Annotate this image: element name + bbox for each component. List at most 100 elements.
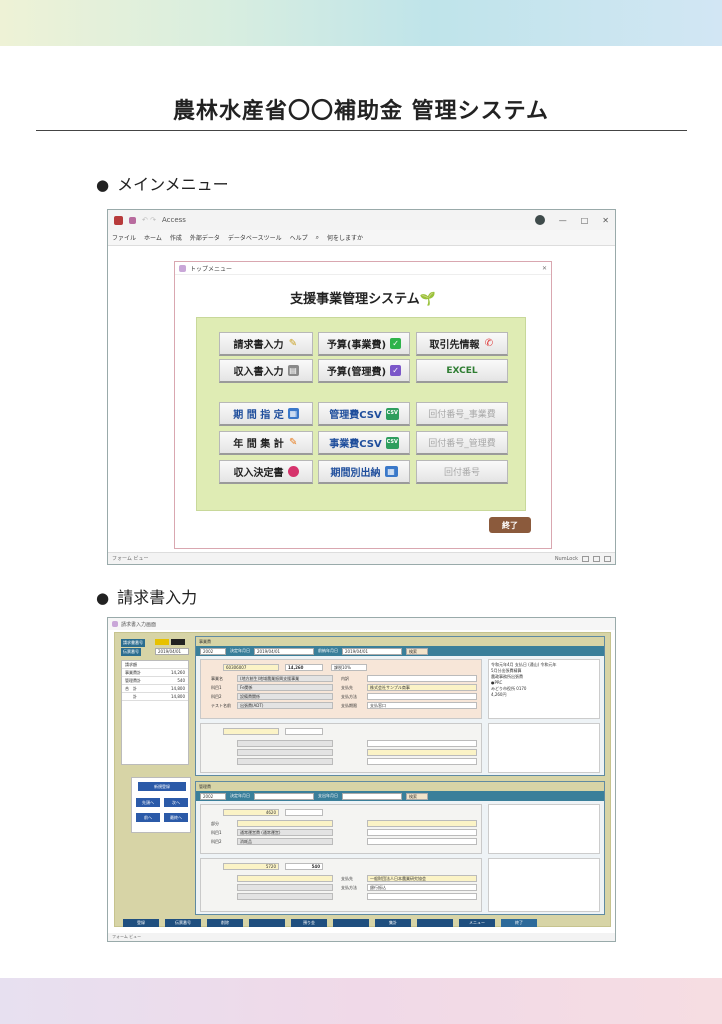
menu-file[interactable]: ファイル [112, 233, 136, 242]
item2-field-2[interactable] [237, 758, 333, 765]
pay-method-field[interactable] [367, 829, 477, 836]
code-field[interactable]: 2002 [200, 647, 226, 655]
amount-field-2[interactable] [285, 728, 323, 735]
payee-field[interactable] [367, 820, 477, 827]
item2-field-2[interactable] [237, 893, 333, 900]
menu-home[interactable]: ホーム [144, 233, 162, 242]
tax-field-2[interactable]: 540 [285, 863, 323, 870]
item1-field-2[interactable] [237, 884, 333, 891]
pay-method-field[interactable] [367, 693, 477, 700]
register-button[interactable]: 登録 [123, 919, 159, 927]
payee-field-2[interactable] [367, 749, 477, 756]
breakdown-field[interactable] [367, 675, 477, 682]
decision-date-field[interactable]: 2019/04/01 [254, 647, 314, 655]
item2-field[interactable]: 消耗品 [237, 838, 333, 845]
invoice-number-field-2[interactable] [171, 639, 185, 645]
save-icon[interactable] [129, 216, 136, 224]
tax-select[interactable]: 課税10% [331, 664, 367, 671]
project-field-2[interactable] [237, 740, 333, 747]
search-button[interactable]: 検索 [406, 647, 428, 655]
budget-project-button[interactable]: 予算(事業費) ✓ [318, 332, 410, 356]
close-icon[interactable]: ✕ [602, 216, 609, 225]
undo-icon[interactable]: ↶ ↷ [142, 216, 156, 224]
top-menu-form: トップメニュー ✕ 支援事業管理システム🌱 請求書入力 ✎ 予算(事業費) ✓ 取引… [174, 261, 552, 549]
delete-button[interactable]: 削除 [207, 919, 243, 927]
toolbar-blank-button-1[interactable] [249, 919, 285, 927]
memo-field-2[interactable] [488, 723, 600, 773]
menu-help[interactable]: ヘルプ [290, 233, 308, 242]
breakdown-field-2[interactable] [367, 740, 477, 747]
pay-deadline-field-2[interactable] [367, 893, 477, 900]
annual-summary-button[interactable]: 年 間 集 計 ✎ [219, 431, 313, 455]
memo-field-4[interactable] [488, 858, 600, 912]
income-entry-button[interactable]: 収入書入力 ▤ [219, 359, 313, 383]
slip-date-field[interactable]: 2019/04/01 [155, 648, 189, 655]
item1-field[interactable]: Fe関係 [237, 684, 333, 691]
income-decision-button[interactable]: 収入決定書 [219, 460, 313, 484]
menu-create[interactable]: 作成 [170, 233, 182, 242]
budget-admin-button[interactable]: 予算(管理費) ✓ [318, 359, 410, 383]
part-field-2[interactable] [237, 875, 333, 882]
minimize-icon[interactable]: — [559, 216, 567, 225]
menu-button[interactable]: メニュー [459, 919, 495, 927]
maximize-icon[interactable]: □ [581, 216, 589, 225]
payout-date-field[interactable] [342, 792, 402, 800]
prev-record-button[interactable]: 前へ [136, 813, 160, 822]
design-view-icon[interactable] [604, 555, 611, 562]
part-field[interactable] [237, 820, 333, 827]
first-record-button[interactable]: 先頭へ [136, 798, 160, 807]
slip-number-button[interactable]: 伝票番号 [165, 919, 201, 927]
menu-tell-me[interactable]: 何をしますか [327, 233, 363, 242]
menu-database-tools[interactable]: データベースツール [228, 233, 282, 242]
decision-date-field[interactable] [254, 792, 314, 800]
deposit-button[interactable]: 預り金 [291, 919, 327, 927]
excel-button[interactable]: EXCEL [416, 359, 508, 383]
payee-field[interactable]: 株式会社サンプル商事 [367, 684, 477, 691]
new-record-button[interactable]: 新規登録 [138, 782, 186, 791]
period-select-button[interactable]: 期 間 指 定 ▦ [219, 402, 313, 426]
amount-field-2[interactable]: 5720 [223, 863, 279, 870]
close-form-button[interactable]: 終了 [501, 919, 537, 927]
circulation-project-button[interactable]: 回付番号_事業費 [416, 402, 508, 426]
item2-field[interactable]: 設備費関係 [237, 693, 333, 700]
layout-view-icon[interactable] [593, 555, 600, 562]
admin-csv-button[interactable]: 管理費CSV CSV [318, 402, 410, 426]
menu-external-data[interactable]: 外部データ [190, 233, 220, 242]
search-button[interactable]: 検索 [406, 792, 428, 800]
code-field[interactable]: 2002 [200, 792, 226, 800]
form-view-icon[interactable] [582, 555, 589, 562]
avatar[interactable] [534, 215, 545, 225]
memo-field-3[interactable] [488, 804, 600, 854]
total-button[interactable]: 集計 [375, 919, 411, 927]
last-record-button[interactable]: 最終へ [164, 813, 188, 822]
item1-field[interactable]: 通常運営費 (通常運営) [237, 829, 333, 836]
circulation-number-button[interactable]: 回付番号 [416, 460, 508, 484]
payee-field-2[interactable]: 一般財団法人日本農業研究協会 [367, 875, 477, 882]
account-code-field[interactable]: 60306007 [223, 664, 279, 671]
pay-method-field-2[interactable] [367, 758, 477, 765]
project-field[interactable]: (地方創生)地域農業振興支援事業 [237, 675, 333, 682]
search-icon[interactable]: ⌕ [316, 234, 319, 242]
period-cashbook-button[interactable]: 期間別出納 ▦ [318, 460, 410, 484]
memo-field-1[interactable]: 令和元年4月 支払日 (通山) 令和元年 5月分出張費精算 農政事務所出張費 ●… [488, 659, 600, 719]
exit-button[interactable]: 終了 [489, 517, 531, 533]
project-csv-button[interactable]: 事業費CSV CSV [318, 431, 410, 455]
circulation-admin-button[interactable]: 回付番号_管理費 [416, 431, 508, 455]
toolbar-blank-button-2[interactable] [333, 919, 369, 927]
item1-field-2[interactable] [237, 749, 333, 756]
supplier-info-button[interactable]: 取引先情報 ✆ [416, 332, 508, 356]
invoice-entry-button[interactable]: 請求書入力 ✎ [219, 332, 313, 356]
toolbar-blank-button-3[interactable] [417, 919, 453, 927]
test-name-field[interactable]: 出張費(ADT) [237, 702, 333, 709]
pay-deadline-field[interactable] [367, 838, 477, 845]
amount-field[interactable]: 4620 [223, 809, 279, 816]
next-record-button[interactable]: 次へ [164, 798, 188, 807]
form-close-icon[interactable]: ✕ [542, 265, 547, 272]
tax-field[interactable] [285, 809, 323, 816]
prepay-date-field[interactable]: 2019/04/01 [342, 647, 402, 655]
amount-field[interactable]: 14,260 [285, 664, 323, 671]
account-code-field-2[interactable] [223, 728, 279, 735]
invoice-number-field[interactable] [155, 639, 169, 645]
pay-deadline-field[interactable]: 支払窓口 [367, 702, 477, 709]
pay-method-field-2[interactable]: 銀行振込 [367, 884, 477, 891]
